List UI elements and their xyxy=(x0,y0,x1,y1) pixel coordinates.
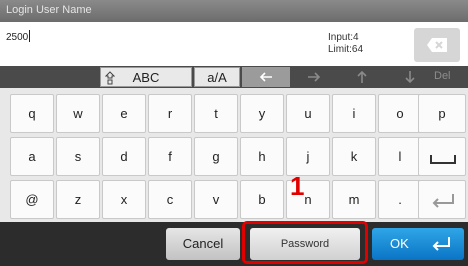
text-caret xyxy=(29,30,31,42)
cursor-left-button[interactable] xyxy=(242,67,290,87)
abc-mode-button[interactable]: ABC xyxy=(100,67,192,87)
callout-highlight xyxy=(242,221,368,264)
backspace-x-icon xyxy=(427,38,447,52)
key-f[interactable]: f xyxy=(148,137,192,176)
arrow-up-icon xyxy=(357,70,367,83)
key-c[interactable]: c xyxy=(148,180,192,219)
key-at[interactable]: @ xyxy=(10,180,54,219)
ok-label: OK xyxy=(390,236,409,251)
bottom-action-bar: Cancel Password OK xyxy=(0,222,468,266)
input-area[interactable]: 2500 Input:4 Limit:64 xyxy=(0,22,468,66)
key-l[interactable]: l xyxy=(378,137,422,176)
cancel-button[interactable]: Cancel xyxy=(166,228,240,260)
arrow-right-icon xyxy=(308,72,321,82)
cursor-down-button[interactable] xyxy=(386,67,434,87)
login-user-name-screen: Login User Name 2500 Input:4 Limit:64 AB… xyxy=(0,0,468,266)
key-r[interactable]: r xyxy=(148,94,192,133)
space-key[interactable] xyxy=(418,137,466,176)
key-period[interactable]: . xyxy=(378,180,422,219)
key-v[interactable]: v xyxy=(194,180,238,219)
key-h[interactable]: h xyxy=(240,137,284,176)
key-i[interactable]: i xyxy=(332,94,376,133)
enter-arrow-icon xyxy=(432,194,454,208)
keyboard: q w e r t y u i o p a s d f g h j k l @ … xyxy=(0,88,468,222)
input-info: Input:4 Limit:64 xyxy=(328,32,363,56)
enter-arrow-icon xyxy=(432,237,450,251)
arrow-left-icon xyxy=(259,72,272,82)
key-y[interactable]: y xyxy=(240,94,284,133)
key-s[interactable]: s xyxy=(56,137,100,176)
abc-label: ABC xyxy=(132,70,160,85)
input-limit: Limit:64 xyxy=(328,44,364,55)
cursor-right-button[interactable] xyxy=(290,67,338,87)
key-x[interactable]: x xyxy=(102,180,146,219)
ok-button[interactable]: OK xyxy=(372,228,464,260)
key-d[interactable]: d xyxy=(102,137,146,176)
key-k[interactable]: k xyxy=(332,137,376,176)
arrow-down-icon xyxy=(405,71,415,84)
screen-title: Login User Name xyxy=(6,4,92,16)
delete-button[interactable]: Del xyxy=(434,70,451,82)
cursor-up-button[interactable] xyxy=(338,67,386,87)
backspace-button[interactable] xyxy=(414,28,460,62)
case-toggle-button[interactable]: a/A xyxy=(194,67,240,87)
key-m[interactable]: m xyxy=(332,180,376,219)
input-value: 2500 xyxy=(6,32,29,43)
key-g[interactable]: g xyxy=(194,137,238,176)
shift-icon xyxy=(105,71,115,85)
key-q[interactable]: q xyxy=(10,94,54,133)
key-a[interactable]: a xyxy=(10,137,54,176)
input-count: Input:4 xyxy=(328,32,359,43)
key-w[interactable]: w xyxy=(56,94,100,133)
key-z[interactable]: z xyxy=(56,180,100,219)
input-field[interactable]: 2500 xyxy=(6,30,31,43)
title-bar: Login User Name xyxy=(0,0,468,22)
key-p[interactable]: p xyxy=(418,94,466,133)
key-o[interactable]: o xyxy=(378,94,422,133)
enter-key[interactable] xyxy=(418,180,466,219)
key-b[interactable]: b xyxy=(240,180,284,219)
mode-row: ABC a/A Del xyxy=(0,66,468,88)
callout-number: 1 xyxy=(290,171,305,201)
key-t[interactable]: t xyxy=(194,94,238,133)
key-u[interactable]: u xyxy=(286,94,330,133)
key-e[interactable]: e xyxy=(102,94,146,133)
space-icon xyxy=(430,155,456,164)
